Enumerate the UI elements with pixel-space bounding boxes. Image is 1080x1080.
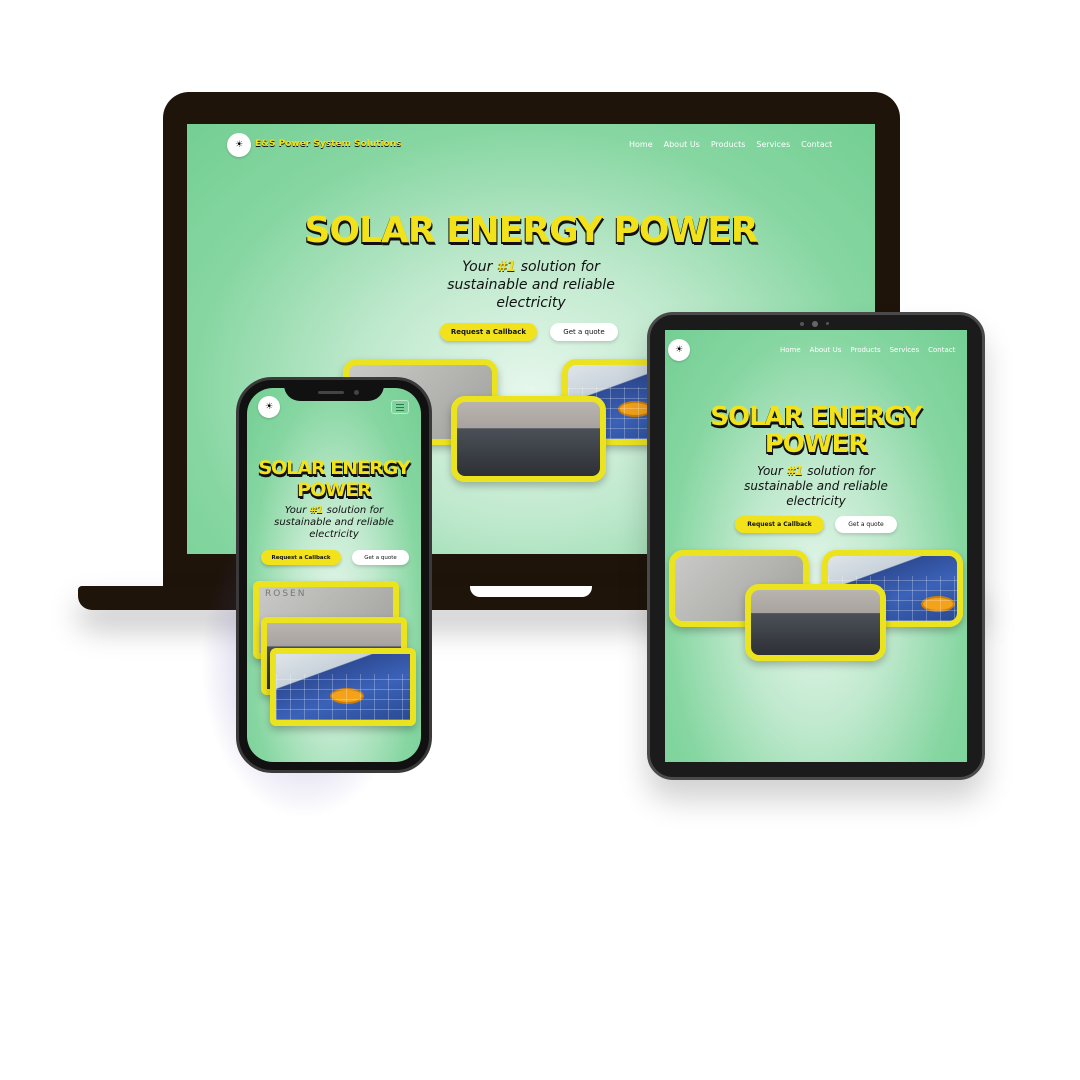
cleaning-robot <box>332 690 362 702</box>
cleaning-robot <box>620 403 650 415</box>
nav-services[interactable]: Services <box>890 346 920 354</box>
nav-home[interactable]: Home <box>629 140 653 149</box>
tablet-nav: Home About Us Products Services Contact <box>780 346 955 354</box>
laptop-nav: Home About Us Products Services Contact <box>629 140 832 149</box>
tablet-camera <box>800 321 830 327</box>
nav-about[interactable]: About Us <box>810 346 842 354</box>
nav-about[interactable]: About Us <box>664 140 700 149</box>
nav-home[interactable]: Home <box>780 346 801 354</box>
gallery-photo-roof <box>451 396 606 482</box>
phone-hero-tagline: Your #1 solution for sustainable and rel… <box>274 505 394 540</box>
nav-services[interactable]: Services <box>756 140 790 149</box>
logo-icon: ☀ <box>264 402 274 412</box>
logo-icon: ☀ <box>674 345 684 355</box>
nav-products[interactable]: Products <box>711 140 746 149</box>
tablet-hero-title: SOLAR ENERGY POWER <box>710 402 923 459</box>
tablet-brand-logo[interactable]: ☀ <box>668 339 690 361</box>
gallery-photo-panels <box>270 648 416 726</box>
request-callback-button[interactable]: Request a Callback <box>261 550 341 565</box>
nav-products[interactable]: Products <box>850 346 880 354</box>
get-quote-button[interactable]: Get a quote <box>352 550 409 565</box>
cleaning-robot <box>923 598 953 610</box>
logo-icon: ☀ <box>234 140 244 150</box>
get-quote-button[interactable]: Get a quote <box>550 323 618 341</box>
get-quote-button[interactable]: Get a quote <box>835 516 897 533</box>
nav-contact[interactable]: Contact <box>801 140 832 149</box>
brand-logo[interactable]: ☀ <box>227 133 251 157</box>
tablet-hero-tagline: Your #1 solution for sustainable and rel… <box>744 464 888 508</box>
request-callback-button[interactable]: Request a Callback <box>735 516 824 533</box>
request-callback-button[interactable]: Request a Callback <box>440 323 537 341</box>
phone-camera <box>354 390 359 395</box>
phone-brand-logo[interactable]: ☀ <box>258 396 280 418</box>
laptop-trackpad-notch <box>470 586 592 597</box>
nav-contact[interactable]: Contact <box>928 346 955 354</box>
phone-screen: ☀ SOLAR ENERGY POWER Your #1 solution fo… <box>247 388 421 762</box>
phone-notch <box>284 385 384 401</box>
photo-sign-text: ROSEN <box>265 589 307 599</box>
hero-title: SOLAR ENERGY POWER <box>304 210 759 251</box>
brand-name[interactable]: E&S Power System Solutions <box>255 139 402 149</box>
phone-hero-title: SOLAR ENERGY POWER <box>258 457 410 501</box>
phone-speaker <box>318 391 344 394</box>
hero-tagline: Your #1 solution for sustainable and rel… <box>447 259 615 311</box>
hamburger-icon[interactable] <box>391 400 409 414</box>
gallery-photo-roof <box>745 584 886 661</box>
tablet-screen: ☀ Home About Us Products Services Contac… <box>665 330 967 762</box>
